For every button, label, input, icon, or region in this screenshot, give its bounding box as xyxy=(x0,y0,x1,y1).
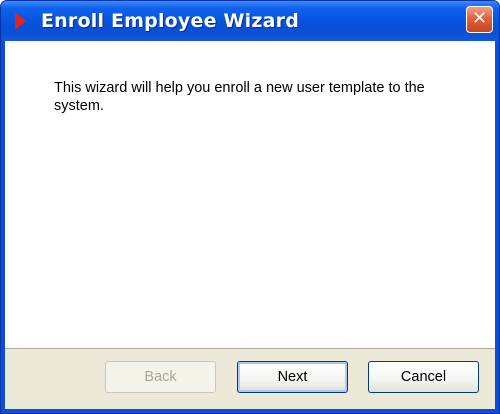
wizard-message: This wizard will help you enroll a new u… xyxy=(54,80,425,114)
close-button[interactable]: ✕ xyxy=(466,6,493,33)
cancel-button[interactable]: Cancel xyxy=(368,361,479,393)
next-button[interactable]: Next xyxy=(237,361,348,393)
dialog-body: This wizard will help you enroll a new u… xyxy=(5,41,495,409)
window-title: Enroll Employee Wizard xyxy=(41,10,300,32)
wizard-window: Enroll Employee Wizard ✕ This wizard wil… xyxy=(0,0,500,414)
title-bar[interactable]: Enroll Employee Wizard ✕ xyxy=(1,1,499,41)
back-button[interactable]: Back xyxy=(105,361,216,393)
content-panel: This wizard will help you enroll a new u… xyxy=(5,41,495,349)
wizard-arrow-icon xyxy=(15,12,26,30)
